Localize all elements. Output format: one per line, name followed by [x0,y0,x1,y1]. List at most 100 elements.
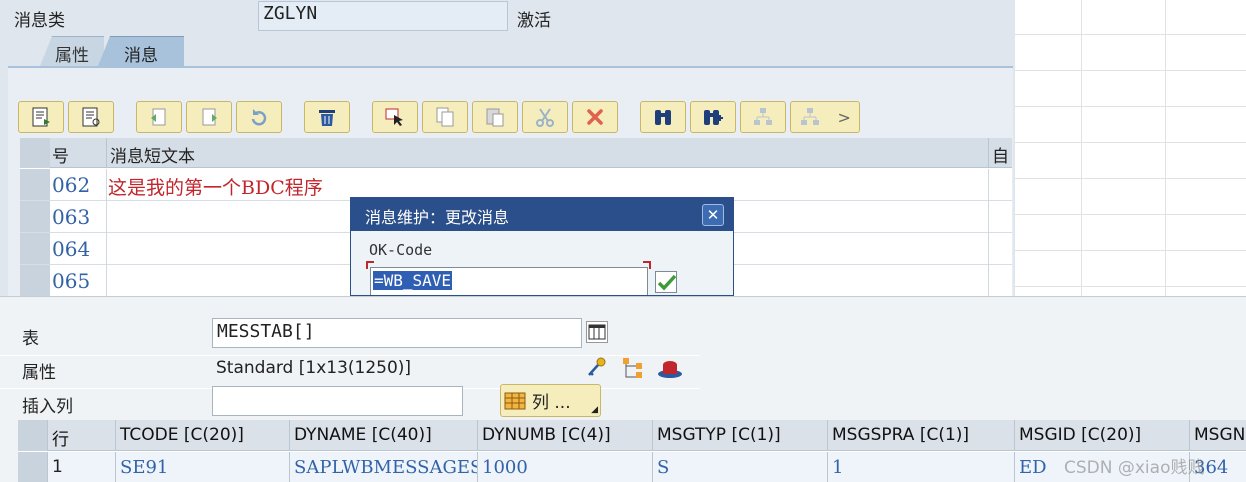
grid-header: 行 TCODE [C(20)] DYNAME [C(40)] DYNUMB [C… [18,420,1246,451]
table-contents-grid: 行 TCODE [C(20)] DYNAME [C(40)] DYNUMB [C… [18,420,1246,482]
row-selector[interactable] [20,265,50,296]
hierarchy-icon [754,108,772,125]
dynumb-cell[interactable]: 1000 [478,452,653,482]
redo-icon [202,108,217,126]
find-icon [655,110,671,125]
row-selector[interactable] [20,201,50,232]
table-display-button[interactable] [586,321,608,343]
select-icon [385,108,403,126]
detail-view-icon [82,107,100,127]
delete-button[interactable] [304,101,350,133]
key-button[interactable] [584,355,610,386]
dialog-title-bar: 消息维护：更改消息 ✕ [351,198,733,231]
hierarchy-button[interactable] [740,101,786,133]
table-row[interactable]: 1 SE91 SAPLWBMESSAGES 1000 S 1 ED 364 [18,452,1246,482]
hierarchy-more-icon [801,108,820,125]
col-msgtyp-header[interactable]: MSGTYP [C(1)] [653,420,828,451]
redo-button[interactable] [186,101,232,133]
close-icon: ✕ [706,206,720,224]
dropdown-arrow-icon: ◢ [591,405,598,415]
dialog-body: OK-Code =WB_SAVE [351,231,733,295]
insert-column-input[interactable] [212,386,463,416]
dialog-title: 消息维护：更改消息 [365,208,510,227]
undo-button[interactable] [136,101,182,133]
detail-button[interactable] [18,101,64,133]
grid-icon [504,392,526,409]
hat-button[interactable] [656,355,684,386]
message-number: 064 [52,237,91,261]
col-dynumb-header[interactable]: DYNUMB [C(4)] [478,420,653,451]
dyname-cell[interactable]: SAPLWBMESSAGES [290,452,478,482]
hierarchy-button[interactable] [620,355,646,386]
cut-button[interactable] [522,101,568,133]
undo-icon [151,108,166,126]
okcode-input[interactable]: =WB_SAVE [370,267,648,295]
col-row-header[interactable]: 行 [48,420,116,451]
col-number-header[interactable]: 号 [52,142,69,167]
change-message-dialog: 消息维护：更改消息 ✕ OK-Code =WB_SAVE [350,197,734,296]
msgspra-cell[interactable]: 1 [828,452,1015,482]
select-button[interactable] [372,101,418,133]
structure-icon [623,358,642,378]
paste-button[interactable] [472,101,518,133]
row-selector[interactable] [20,169,50,200]
messages-table-header: 号 消息短文本 自 [20,138,1012,168]
find-next-button[interactable] [690,101,736,133]
row-number: 1 [48,452,116,482]
col-dyname-header[interactable]: DYNAME [C(40)] [290,420,478,451]
col-msgid-header[interactable]: MSGID [C(20)] [1015,420,1190,451]
table-label: 表 [22,329,39,349]
find-button[interactable] [640,101,686,133]
message-maintenance-window: 消息类 ZGLYN 激活 属性 消息 > 号 消息短文本 自 062 这是我的第… [0,0,1015,296]
confirm-button[interactable] [655,271,677,293]
key-icon [588,357,606,376]
row-selector[interactable] [20,233,50,264]
more-label: > [837,107,851,127]
insert-column-label: 插入列 [22,397,73,417]
debugger-table-panel: 表 MESSTAB[] 属性 Standard [1x13(1250)] 插入列… [0,296,1246,482]
hat-icon [658,361,682,378]
find-next-icon [704,110,723,125]
okcode-value: =WB_SAVE [373,271,453,290]
tab-messages[interactable]: 消息 [98,36,184,66]
paste-icon [486,108,504,127]
col-self-header[interactable]: 自 [992,142,1009,167]
hierarchy-more-button[interactable]: > [790,101,860,133]
cancel-icon [587,109,603,125]
watermark: CSDN @xiao贱贱 [1064,458,1205,478]
checkmark-icon [657,274,677,291]
table-icon [588,324,606,340]
message-class-field[interactable]: ZGLYN [258,1,508,31]
copy-button[interactable] [422,101,468,133]
dialog-close-button[interactable]: ✕ [702,204,724,226]
columns-button[interactable]: 列 ... ◢ [500,384,601,417]
tab-attributes[interactable]: 属性 [40,36,104,66]
msgtyp-cell[interactable]: S [653,452,828,482]
toolbar: > [18,101,860,133]
message-number: 062 [52,173,91,197]
col-msgspra-header[interactable]: MSGSPRA [C(1)] [828,420,1015,451]
col-text-header[interactable]: 消息短文本 [110,142,195,167]
table-name-input[interactable]: MESSTAB[] [212,318,582,348]
message-number: 065 [52,269,91,293]
refresh-icon [251,109,267,126]
col-msgnr-header[interactable]: MSGN [1190,420,1246,451]
cut-icon [536,108,554,127]
detail-view-button[interactable] [68,101,114,133]
tcode-cell[interactable]: SE91 [116,452,290,482]
attribute-label: 属性 [22,363,56,383]
delete-icon [319,110,335,126]
select-all-cell[interactable] [18,420,48,451]
background-sheet [1015,0,1246,296]
message-text[interactable]: 这是我的第一个BDC程序 [108,173,323,200]
message-class-label: 消息类 [14,11,65,31]
col-tcode-header[interactable]: TCODE [C(20)] [116,420,290,451]
refresh-button[interactable] [236,101,282,133]
attribute-value: Standard [1x13(1250)] [216,358,412,378]
cancel-button[interactable] [572,101,618,133]
status-label: 激活 [517,11,551,31]
detail-icon [32,107,50,127]
row-selector[interactable] [18,452,48,482]
columns-button-label: 列 ... [532,393,571,413]
select-all-cell[interactable] [20,138,50,168]
